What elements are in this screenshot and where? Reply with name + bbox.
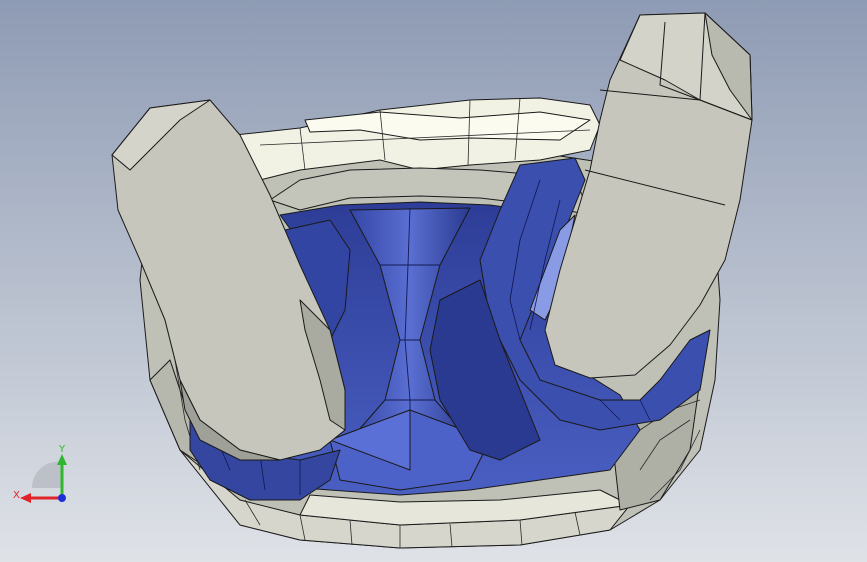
y-axis-arrow [57, 454, 67, 465]
model-canvas[interactable] [0, 0, 867, 562]
x-axis-label: X [13, 490, 20, 501]
x-axis-arrow [20, 493, 31, 503]
orientation-triad: Y X [12, 440, 76, 506]
3d-viewport[interactable]: Y X [0, 0, 867, 562]
y-axis-label: Y [58, 444, 66, 455]
z-axis-dot [58, 494, 66, 502]
triad-plane [31, 461, 62, 488]
